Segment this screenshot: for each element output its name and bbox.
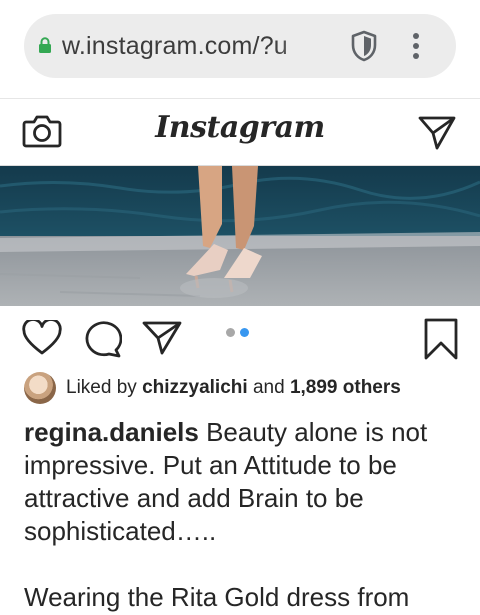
- like-icon[interactable]: [22, 320, 62, 356]
- likes-others[interactable]: 1,899 others: [290, 377, 401, 398]
- carousel-dot-1[interactable]: [226, 328, 235, 337]
- shield-icon[interactable]: [350, 30, 378, 62]
- post-caption: regina.daniels Beauty alone is not impre…: [24, 416, 464, 548]
- browser-toolbar: w.instagram.com/?u: [0, 0, 480, 98]
- caption-username[interactable]: regina.daniels: [24, 417, 199, 447]
- address-bar[interactable]: w.instagram.com/?u: [24, 14, 456, 78]
- likes-row: Liked by chizzyalichi and 1,899 others: [24, 372, 464, 404]
- likes-summary[interactable]: Liked by chizzyalichi and 1,899 others: [66, 375, 401, 401]
- likes-connector: and: [252, 377, 285, 398]
- liker-username[interactable]: chizzyalichi: [142, 377, 248, 398]
- direct-message-icon[interactable]: [418, 115, 456, 151]
- lock-icon[interactable]: [38, 37, 52, 53]
- url-fade: [274, 26, 354, 66]
- more-vert-icon[interactable]: [412, 32, 420, 60]
- camera-icon[interactable]: [22, 113, 62, 149]
- carousel-indicator: [226, 328, 256, 338]
- avatar[interactable]: [24, 372, 56, 404]
- comment-icon[interactable]: [82, 320, 122, 358]
- carousel-dot-2-active[interactable]: [240, 328, 249, 337]
- post-photo[interactable]: [0, 166, 480, 306]
- caption-continuation: Wearing the Rita Gold dress from: [24, 582, 410, 612]
- instagram-logo[interactable]: Instagram: [140, 99, 340, 161]
- likes-prefix: Liked by: [66, 377, 137, 398]
- post-actions: [0, 306, 480, 372]
- instagram-header: Instagram: [0, 98, 480, 166]
- post-photo-image: [0, 166, 480, 306]
- share-icon[interactable]: [142, 320, 182, 356]
- save-icon[interactable]: [422, 318, 460, 360]
